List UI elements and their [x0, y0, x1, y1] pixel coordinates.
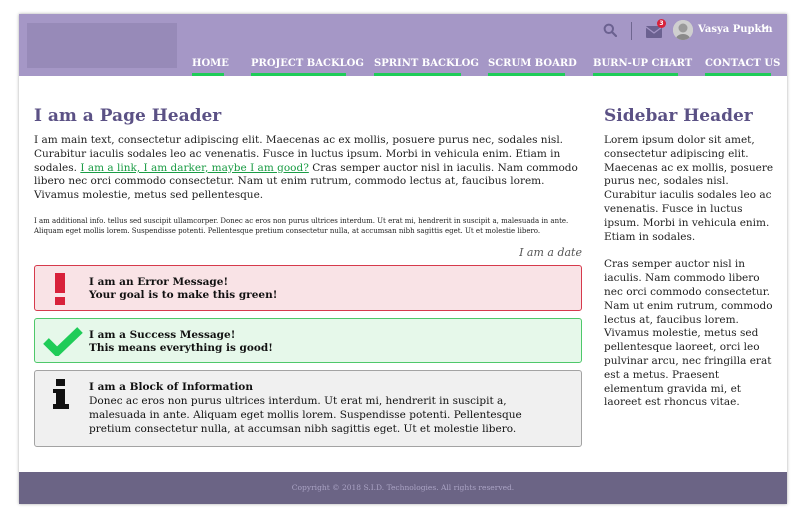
- main-text: I am main text, consectetur adipiscing e…: [34, 134, 582, 203]
- date-label: I am a date: [519, 246, 582, 260]
- success-message: I am a Success Message! This means every…: [34, 318, 582, 364]
- main-nav: HOME PROJECT BACKLOG SPRINT BACKLOG SCRU…: [19, 58, 787, 76]
- page-title: I am a Page Header: [34, 106, 222, 126]
- nav-underline: [192, 73, 224, 76]
- nav-sprint-backlog[interactable]: SPRINT BACKLOG: [374, 58, 479, 76]
- avatar[interactable]: [673, 20, 693, 40]
- nav-underline: [488, 73, 565, 76]
- app-frame: 3 Vasya Pupkin HOME PROJECT BACKLOG SPRI…: [19, 14, 787, 504]
- main-content: I am a Page Header I am main text, conse…: [34, 104, 582, 448]
- nav-sprint-backlog-label: SPRINT BACKLOG: [374, 58, 479, 69]
- exclamation-icon: [55, 273, 65, 306]
- mail-badge: 3: [657, 19, 666, 28]
- sidebar: Sidebar Header Lorem ipsum dolor sit ame…: [604, 104, 776, 410]
- nav-home-label: HOME: [192, 58, 229, 69]
- top-header: 3 Vasya Pupkin HOME PROJECT BACKLOG SPRI…: [19, 14, 787, 76]
- nav-underline: [251, 73, 346, 76]
- error-title: I am an Error Message!: [89, 276, 229, 289]
- main-link[interactable]: I am a link, I am darker, maybe I am goo…: [80, 162, 309, 174]
- footer: Copyright © 2018 S.I.D. Technologies. Al…: [19, 472, 787, 504]
- error-body: Your goal is to make this green!: [89, 289, 278, 302]
- nav-project-backlog-label: PROJECT BACKLOG: [251, 58, 364, 69]
- chevron-down-icon[interactable]: [761, 23, 769, 34]
- success-body: This means everything is good!: [89, 342, 273, 355]
- additional-info: I am additional info. tellus sed suscipi…: [34, 216, 569, 235]
- nav-scrum-board-label: SCRUM BOARD: [488, 58, 577, 69]
- nav-burn-up-chart-label: BURN-UP CHART: [593, 58, 693, 69]
- nav-burn-up-chart[interactable]: BURN-UP CHART: [593, 58, 693, 76]
- nav-project-backlog[interactable]: PROJECT BACKLOG: [251, 58, 364, 76]
- info-title: I am a Block of Information: [89, 381, 253, 394]
- header-divider: [631, 22, 632, 40]
- avatar-image: [673, 20, 693, 40]
- sidebar-title: Sidebar Header: [604, 106, 753, 126]
- nav-underline: [705, 73, 771, 76]
- footer-copyright: Copyright © 2018 S.I.D. Technologies. Al…: [291, 483, 515, 492]
- info-block: I am a Block of Information Donec ac ero…: [34, 370, 582, 448]
- nav-home[interactable]: HOME: [192, 58, 229, 76]
- nav-contact-us[interactable]: CONTACT US: [705, 58, 781, 76]
- checkmark-icon: [43, 327, 83, 357]
- sidebar-text-1: Lorem ipsum dolor sit amet, consectetur …: [604, 134, 774, 243]
- error-message: I am an Error Message! Your goal is to m…: [34, 265, 582, 312]
- nav-underline: [593, 73, 678, 76]
- nav-scrum-board[interactable]: SCRUM BOARD: [488, 58, 577, 76]
- info-body: Donec ac eros non purus ultrices interdu…: [89, 395, 522, 436]
- success-title: I am a Success Message!: [89, 329, 236, 342]
- sidebar-text-2: Cras semper auctor nisl in iaculis. Nam …: [604, 258, 773, 409]
- nav-underline: [374, 73, 461, 76]
- nav-contact-us-label: CONTACT US: [705, 58, 781, 69]
- search-icon[interactable]: [603, 23, 617, 37]
- info-icon: [53, 379, 69, 410]
